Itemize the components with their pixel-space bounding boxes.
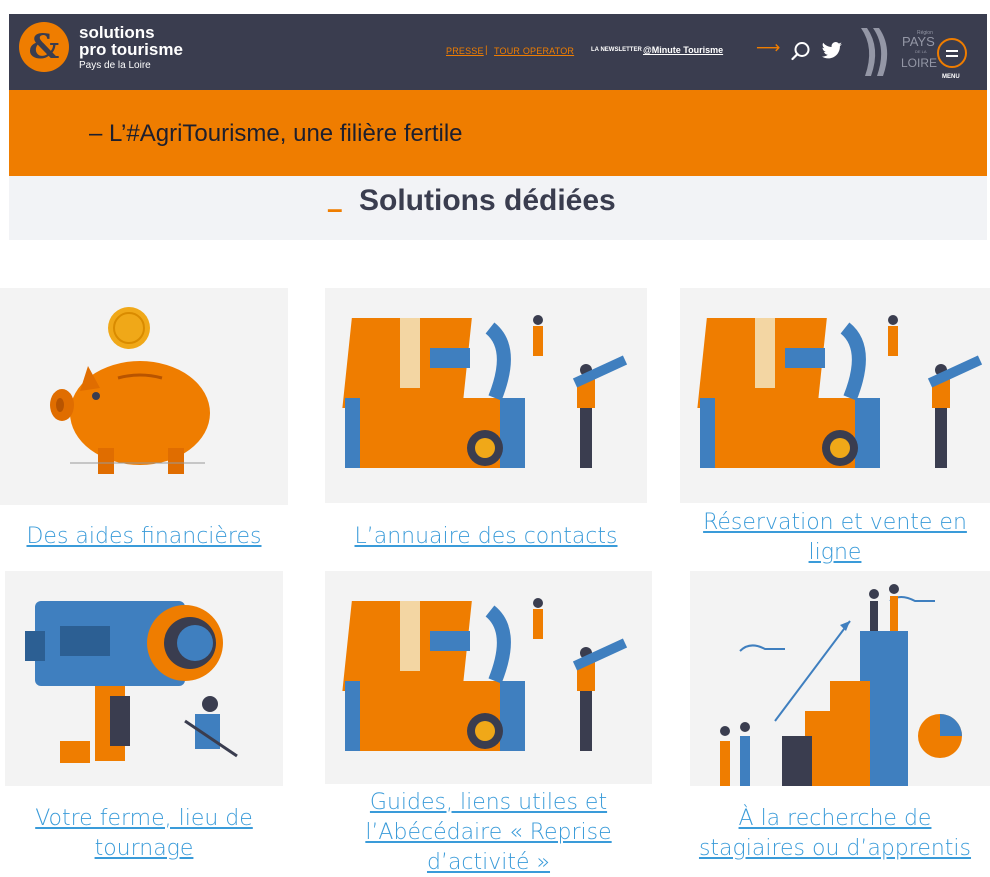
logo-icon[interactable]: &: [19, 22, 69, 72]
card-image-guides[interactable]: [325, 571, 652, 784]
card-link-line: Guides, liens utiles et: [369, 790, 608, 815]
section-header: – Solutions dédiées: [9, 176, 987, 240]
card-link-reservation[interactable]: Réservation et vente en ligne: [680, 508, 990, 568]
growth-chart-icon: [690, 571, 990, 786]
logo-title[interactable]: solutions: [79, 24, 155, 41]
card-link-line: ligne: [808, 540, 862, 565]
card-image-financial-aid[interactable]: [0, 288, 288, 505]
twitter-icon[interactable]: [821, 42, 843, 60]
region-loire-label: LOIRE: [901, 56, 938, 70]
card-link-financial-aid[interactable]: Des aides financières: [0, 522, 288, 552]
card-link-filming[interactable]: Votre ferme, lieu de tournage: [5, 804, 283, 864]
nav-link-presse[interactable]: PRESSE: [446, 46, 484, 56]
region-pays-label: PAYS: [902, 34, 935, 49]
card-link-contacts[interactable]: L’annuaire des contacts: [325, 522, 647, 552]
region-de-label: DE LA: [915, 49, 927, 54]
menu-button[interactable]: [937, 38, 967, 68]
card-image-contacts[interactable]: [325, 288, 647, 503]
newsletter-link[interactable]: @Minute Tourisme: [643, 45, 723, 55]
nav-link-tour-operator[interactable]: TOUR OPERATOR: [494, 46, 574, 56]
menu-label[interactable]: MENU: [942, 74, 960, 80]
newsletter-prefix: LA NEWSLETTER: [591, 47, 642, 53]
card-image-filming[interactable]: [5, 571, 283, 786]
menu-bar-icon: [946, 50, 958, 52]
toolbox-icon: [680, 288, 990, 503]
menu-bar-icon: [946, 55, 958, 57]
section-dash: –: [327, 193, 343, 224]
arrow-right-icon: ⟶: [756, 38, 781, 58]
search-icon[interactable]: [791, 41, 811, 61]
card-link-line: l’Abécédaire « Reprise: [365, 820, 612, 845]
card-image-reservation[interactable]: [680, 288, 990, 503]
camera-icon: [5, 571, 283, 786]
card-link-line: tournage: [94, 836, 194, 861]
logo-title-2[interactable]: pro tourisme: [79, 41, 183, 58]
piggy-bank-icon: [0, 288, 288, 505]
card-link-internships[interactable]: À la recherche de stagiaires ou d’appren…: [680, 804, 990, 864]
nav-separator: |: [485, 45, 488, 56]
card-link-line: stagiaires ou d’apprentis: [698, 836, 972, 861]
card-link-line: À la recherche de: [738, 806, 932, 831]
card-link-guides[interactable]: Guides, liens utiles et l’Abécédaire « R…: [325, 788, 652, 877]
card-link-line: Réservation et vente en: [703, 510, 967, 535]
site-header: & solutions pro tourisme Pays de la Loir…: [9, 14, 987, 90]
breadcrumb-banner: – L’#AgriTourisme, une filière fertile: [9, 90, 987, 176]
toolbox-icon: [325, 288, 647, 503]
card-link-line: Votre ferme, lieu de: [35, 806, 253, 831]
page-title: Solutions dédiées: [359, 184, 616, 217]
card-image-internships[interactable]: [690, 571, 990, 786]
toolbox-icon: [325, 571, 652, 784]
logo-subtitle: Pays de la Loire: [79, 60, 151, 71]
banner-title: – L’#AgriTourisme, une filière fertile: [89, 120, 463, 147]
card-link-line: d’activité »: [426, 850, 551, 875]
